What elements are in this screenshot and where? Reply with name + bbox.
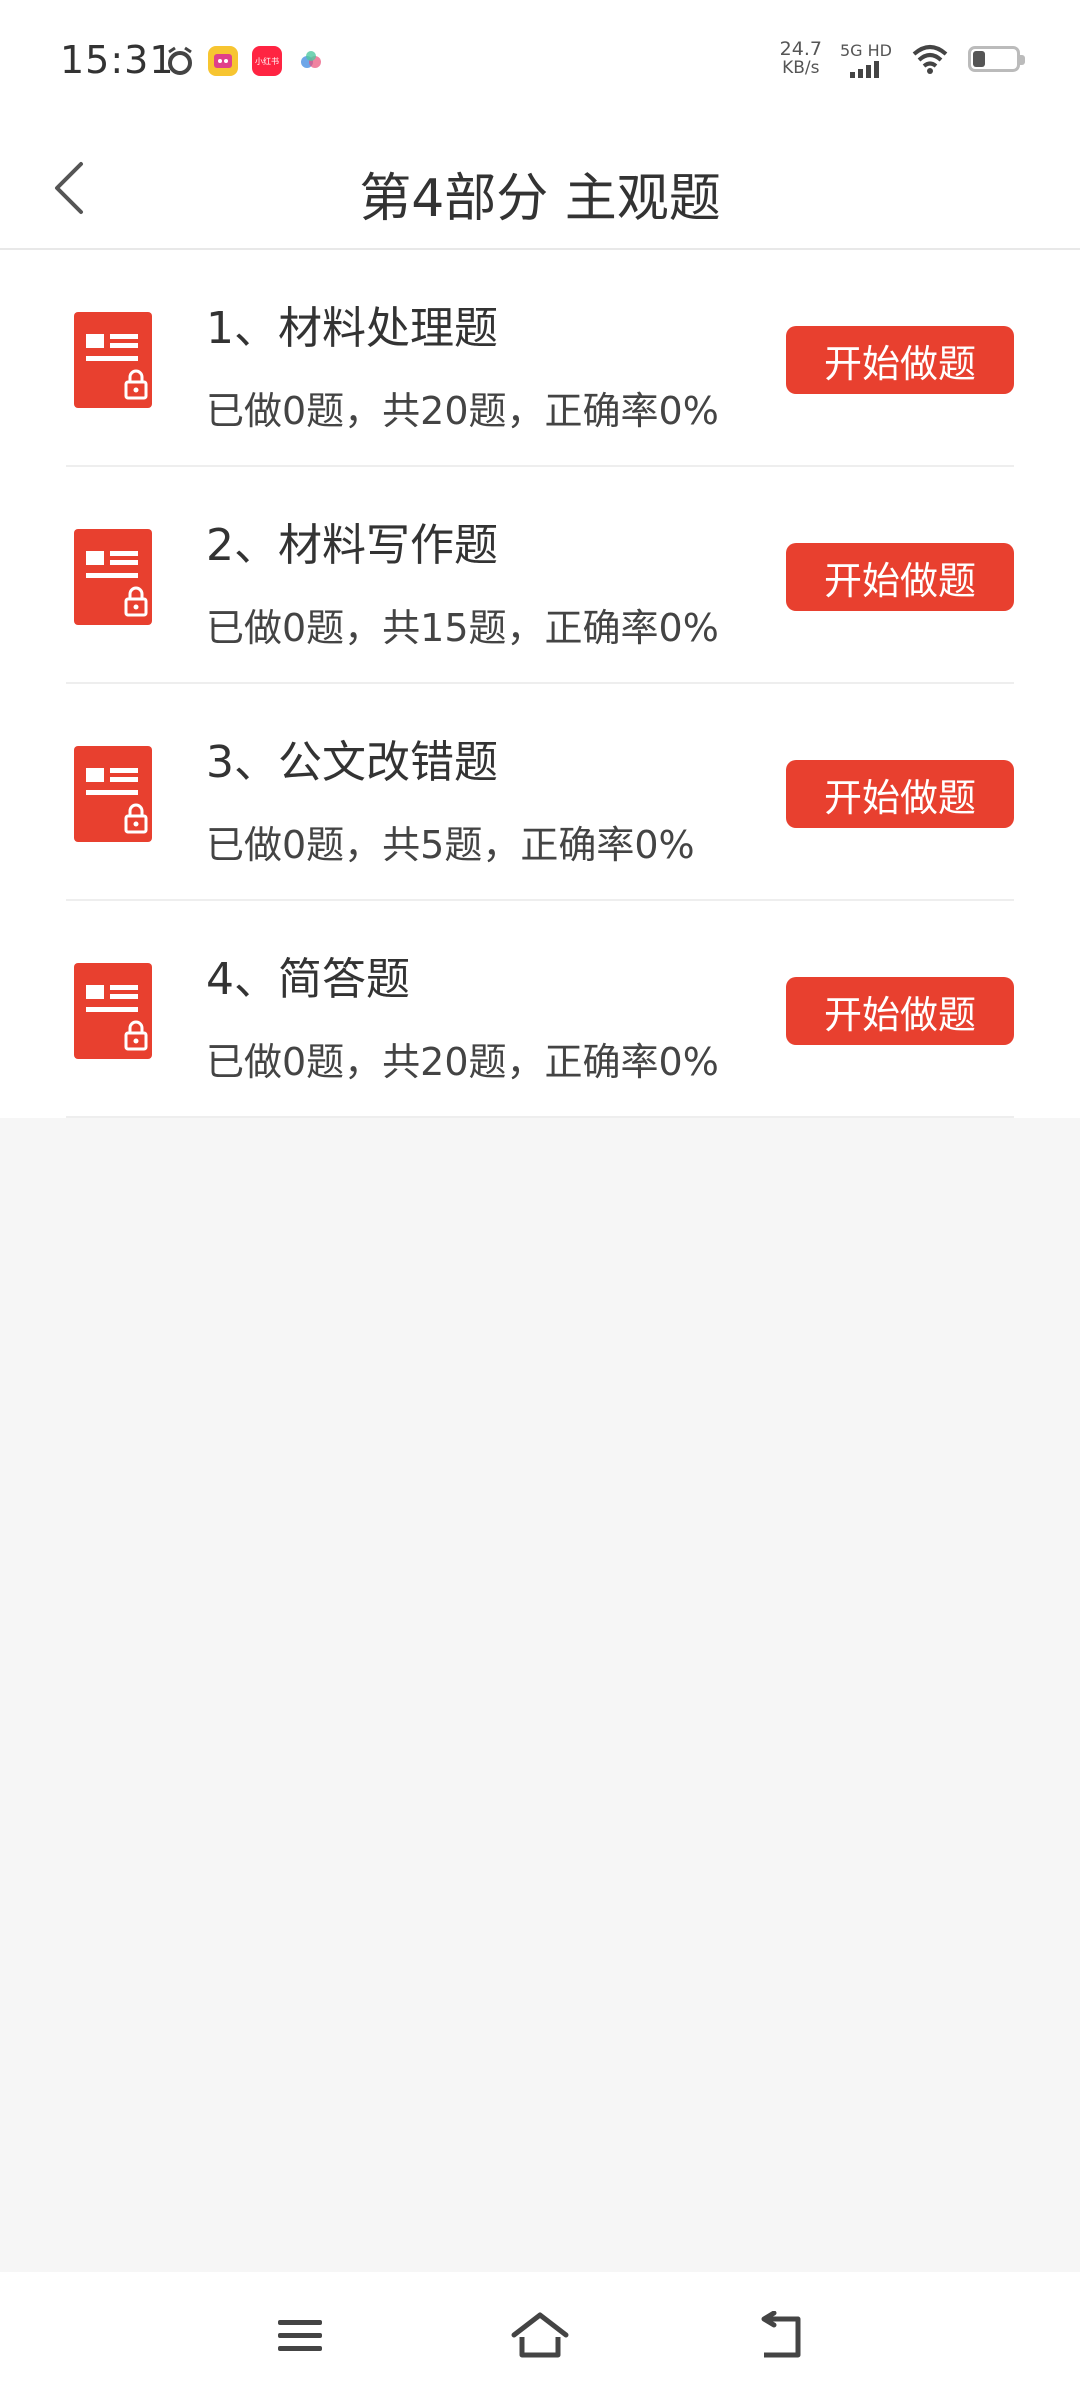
item-title: 3、公文改错题 bbox=[206, 737, 498, 788]
app-icon-blue bbox=[296, 46, 326, 76]
item-stats: 已做0题，共5题，正确率0% bbox=[206, 823, 695, 867]
list-item: 4、简答题 已做0题，共20题，正确率0% 开始做题 bbox=[66, 901, 1014, 1118]
status-app-icons: 小红书 bbox=[166, 46, 326, 76]
nav-home-button[interactable] bbox=[508, 2306, 572, 2366]
network-speed: 24.7 KB/s bbox=[780, 40, 822, 78]
nav-menu-button[interactable] bbox=[268, 2306, 332, 2366]
item-title: 2、材料写作题 bbox=[206, 520, 498, 571]
nav-back-button[interactable] bbox=[748, 2306, 812, 2366]
item-stats: 已做0题，共15题，正确率0% bbox=[206, 606, 719, 650]
start-practice-button[interactable]: 开始做题 bbox=[786, 543, 1014, 611]
back-arrow-icon bbox=[761, 2311, 801, 2358]
page-title: 第4部分 主观题 bbox=[359, 169, 721, 229]
status-right: 24.7 KB/s 5G HD bbox=[780, 40, 1025, 78]
item-stats: 已做0题，共20题，正确率0% bbox=[206, 1040, 719, 1084]
battery-icon bbox=[968, 46, 1025, 72]
wifi-icon bbox=[912, 45, 948, 74]
network-type: 5G HD bbox=[839, 40, 892, 60]
app-icon-yellow bbox=[208, 46, 238, 76]
system-nav-bar bbox=[0, 2272, 1080, 2400]
network-speed-unit: KB/s bbox=[782, 58, 820, 78]
signal-icon bbox=[849, 60, 879, 78]
app-icon-red-label: 小红书 bbox=[255, 56, 279, 66]
item-stats: 已做0题，共20题，正确率0% bbox=[206, 389, 719, 433]
start-practice-button[interactable]: 开始做题 bbox=[786, 977, 1014, 1045]
app-icon-red: 小红书 bbox=[252, 46, 282, 76]
locked-document-icon bbox=[74, 529, 152, 625]
status-bar: 15:31 小红书 24.7 KB/s 5G HD bbox=[0, 0, 1080, 128]
item-title: 4、简答题 bbox=[206, 954, 410, 1005]
item-title: 1、材料处理题 bbox=[206, 303, 498, 354]
signal-group: 5G HD bbox=[840, 41, 892, 78]
locked-document-icon bbox=[74, 963, 152, 1059]
list-item: 3、公文改错题 已做0题，共5题，正确率0% 开始做题 bbox=[66, 684, 1014, 901]
locked-document-icon bbox=[74, 746, 152, 842]
alarm-icon bbox=[168, 46, 192, 75]
network-speed-value: 24.7 bbox=[779, 38, 822, 60]
locked-document-icon bbox=[74, 312, 152, 408]
start-practice-button[interactable]: 开始做题 bbox=[786, 326, 1014, 394]
menu-icon bbox=[278, 2320, 322, 2351]
home-icon bbox=[511, 2312, 569, 2358]
status-time: 15:31 bbox=[60, 38, 175, 82]
question-section-list: 1、材料处理题 已做0题，共20题，正确率0% 开始做题 2、材料写作题 已做0… bbox=[0, 250, 1080, 1118]
list-item: 1、材料处理题 已做0题，共20题，正确率0% 开始做题 bbox=[66, 250, 1014, 467]
battery-level bbox=[973, 51, 985, 67]
page-header: 第4部分 主观题 bbox=[0, 128, 1080, 250]
list-item: 2、材料写作题 已做0题，共15题，正确率0% 开始做题 bbox=[66, 467, 1014, 684]
start-practice-button[interactable]: 开始做题 bbox=[786, 760, 1014, 828]
